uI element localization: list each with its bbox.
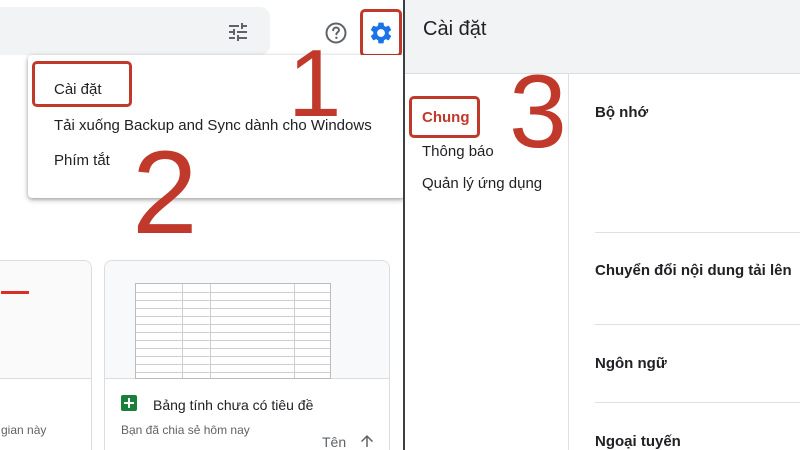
card-subtitle: gian này (1, 423, 47, 437)
section-language: Ngôn ngữ (595, 355, 667, 372)
thumbnail-highlight (1, 291, 29, 294)
settings-header: Cài đặt (405, 0, 800, 74)
section-offline: Ngoại tuyến (595, 433, 681, 450)
arrow-up-icon[interactable] (358, 432, 376, 450)
file-card[interactable]: Bảng tính chưa có tiêu đề Bạn đã chia sẻ… (104, 260, 390, 450)
step-number-1: 1 (288, 30, 342, 137)
section-divider (595, 402, 800, 403)
sheets-icon (121, 395, 137, 411)
settings-panel: Cài đặt Chung Thông báo Quản lý ứng dụng… (405, 0, 800, 450)
section-storage: Bộ nhớ (595, 104, 649, 121)
top-bar (0, 0, 403, 62)
settings-nav-general[interactable]: Chung (422, 109, 469, 126)
gear-icon (370, 22, 392, 44)
section-divider (595, 232, 800, 233)
section-convert-uploads: Chuyển đổi nội dung tải lên (595, 262, 792, 279)
card-title: Bảng tính chưa có tiêu đề (153, 397, 314, 413)
menu-item-shortcuts[interactable]: Phím tắt (54, 152, 110, 169)
card-meta: Bảng tính chưa có tiêu đề Bạn đã chia sẻ… (105, 379, 389, 450)
settings-title: Cài đặt (423, 18, 487, 40)
settings-dropdown-menu: Cài đặt Tải xuống Backup and Sync dành c… (28, 55, 403, 198)
spreadsheet-preview (135, 283, 331, 379)
drive-main-panel: gian này Bảng tính chưa có tiêu đề Bạn đ… (0, 0, 403, 450)
step-number-2: 2 (132, 127, 198, 259)
sort-label[interactable]: Tên (322, 434, 346, 450)
file-thumbnail (105, 261, 389, 379)
section-divider (595, 324, 800, 325)
step-number-3: 3 (509, 54, 567, 170)
settings-nav-manage-apps[interactable]: Quản lý ứng dụng (422, 175, 542, 192)
menu-item-settings[interactable]: Cài đặt (54, 81, 102, 98)
card-meta: gian này (0, 379, 91, 450)
file-thumbnail (0, 261, 91, 379)
settings-nav-notifications[interactable]: Thông báo (422, 143, 494, 160)
card-subtitle: Bạn đã chia sẻ hôm nay (121, 423, 250, 437)
settings-button[interactable] (360, 9, 402, 57)
nav-divider (568, 74, 569, 450)
tune-icon[interactable] (226, 20, 250, 44)
file-card[interactable]: gian này (0, 260, 92, 450)
